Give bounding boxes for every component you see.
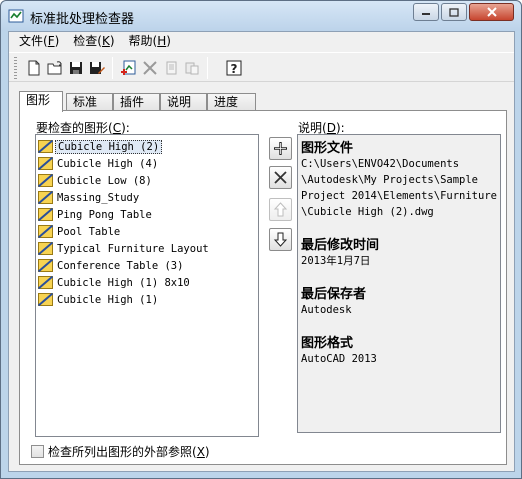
menu-check[interactable]: 检查(K): [66, 32, 121, 51]
app-icon: [8, 9, 24, 23]
menu-file[interactable]: 文件(F): [12, 32, 66, 51]
tab-standards[interactable]: 标准: [66, 93, 113, 111]
file-path-line: \Cubicle High (2).dwg: [301, 206, 434, 218]
toolbar: ?: [9, 52, 514, 82]
open-folder-icon[interactable]: [46, 59, 64, 77]
maximize-button[interactable]: [441, 3, 467, 21]
svg-text:?: ?: [231, 62, 238, 76]
list-item[interactable]: Cubicle High (2): [38, 138, 163, 155]
drawing-file-icon: [38, 225, 53, 238]
drawing-file-icon: [38, 140, 53, 153]
maximize-icon: [449, 7, 459, 17]
drawing-file-icon: [38, 276, 53, 289]
drawings-list[interactable]: Cubicle High (2) Cubicle High (4) Cubicl…: [35, 134, 259, 437]
list-item[interactable]: Cubicle Low (8): [38, 172, 154, 189]
window-title: 标准批处理检查器: [30, 12, 135, 27]
description-box: 图形文件 C:\Users\ENVO42\Documents \Autodesk…: [297, 134, 501, 433]
list-item[interactable]: Cubicle High (1): [38, 291, 160, 308]
menu-bar: 文件(F) 检查(K) 帮助(H): [9, 32, 514, 51]
move-up-button[interactable]: [269, 198, 292, 221]
drawing-file-icon: [38, 259, 53, 272]
toolbar-separator: [112, 57, 113, 79]
modified-heading: 最后修改时间: [301, 238, 380, 253]
tab-plugins[interactable]: 插件: [113, 93, 160, 111]
list-item[interactable]: Typical Furniture Layout: [38, 240, 211, 257]
file-path-line: Project 2014\Elements\Furniture: [301, 190, 497, 202]
format-value: AutoCAD 2013: [301, 353, 377, 365]
remove-drawing-button[interactable]: [269, 166, 292, 189]
modified-value: 2013年1月7日: [301, 255, 371, 267]
app-window: 标准批处理检查器 文件(F) 检查(K) 帮助(H) ? 图形 标准 插件 说明…: [0, 0, 522, 479]
tab-progress[interactable]: 进度: [207, 93, 256, 111]
list-item[interactable]: Cubicle High (1) 8x10: [38, 274, 192, 291]
drawing-file-icon: [38, 293, 53, 306]
add-drawing-button[interactable]: [269, 137, 292, 160]
tab-description[interactable]: 说明: [160, 93, 207, 111]
minimize-icon: [422, 13, 430, 15]
saved-by-heading: 最后保存者: [301, 287, 367, 302]
help-icon[interactable]: ?: [225, 59, 243, 77]
remove-icon[interactable]: [141, 59, 159, 77]
drawing-file-icon: [38, 242, 53, 255]
list-item[interactable]: Pool Table: [38, 223, 122, 240]
saved-by-value: Autodesk: [301, 304, 352, 316]
file-heading: 图形文件: [301, 141, 354, 156]
save-as-icon[interactable]: [88, 59, 106, 77]
xref-checkbox-row[interactable]: 检查所列出图形的外部参照(X): [31, 443, 210, 460]
list-item[interactable]: Massing_Study: [38, 189, 141, 206]
minimize-button[interactable]: [413, 3, 439, 21]
move-down-button[interactable]: [269, 228, 292, 251]
save-icon[interactable]: [67, 59, 85, 77]
drawing-file-icon: [38, 174, 53, 187]
drawing-file-icon: [38, 157, 53, 170]
file-path-line: \Autodesk\My Projects\Sample: [301, 174, 479, 186]
add-drawing-icon[interactable]: [120, 59, 138, 77]
drawing-file-icon: [38, 208, 53, 221]
tab-panel-drawings: 要检查的图形(C): Cubicle High (2) Cubicle High…: [19, 110, 507, 465]
file-path-line: C:\Users\ENVO42\Documents: [301, 158, 460, 170]
copy-icon[interactable]: [162, 59, 180, 77]
arrow-down-icon: [273, 232, 288, 247]
list-item[interactable]: Ping Pong Table: [38, 206, 154, 223]
toolbar-separator: [207, 57, 208, 79]
plus-icon: [274, 142, 287, 155]
menu-help[interactable]: 帮助(H): [122, 32, 178, 51]
drawing-file-icon: [38, 191, 53, 204]
client-area: 文件(F) 检查(K) 帮助(H) ? 图形 标准 插件 说明 进度 要检查的图…: [8, 31, 515, 472]
paste-icon[interactable]: [183, 59, 201, 77]
format-heading: 图形格式: [301, 336, 354, 351]
title-bar[interactable]: 标准批处理检查器: [1, 1, 521, 31]
xref-checkbox[interactable]: [31, 445, 44, 458]
tab-drawings[interactable]: 图形: [19, 91, 63, 112]
close-icon: [486, 7, 497, 17]
new-file-icon[interactable]: [25, 59, 43, 77]
list-item[interactable]: Conference Table (3): [38, 257, 185, 274]
list-item[interactable]: Cubicle High (4): [38, 155, 160, 172]
arrow-up-icon: [273, 202, 288, 217]
xref-checkbox-label: 检查所列出图形的外部参照(X): [48, 445, 210, 459]
remove-icon: [274, 171, 287, 184]
toolbar-grip[interactable]: [14, 57, 17, 79]
close-button[interactable]: [469, 3, 514, 21]
